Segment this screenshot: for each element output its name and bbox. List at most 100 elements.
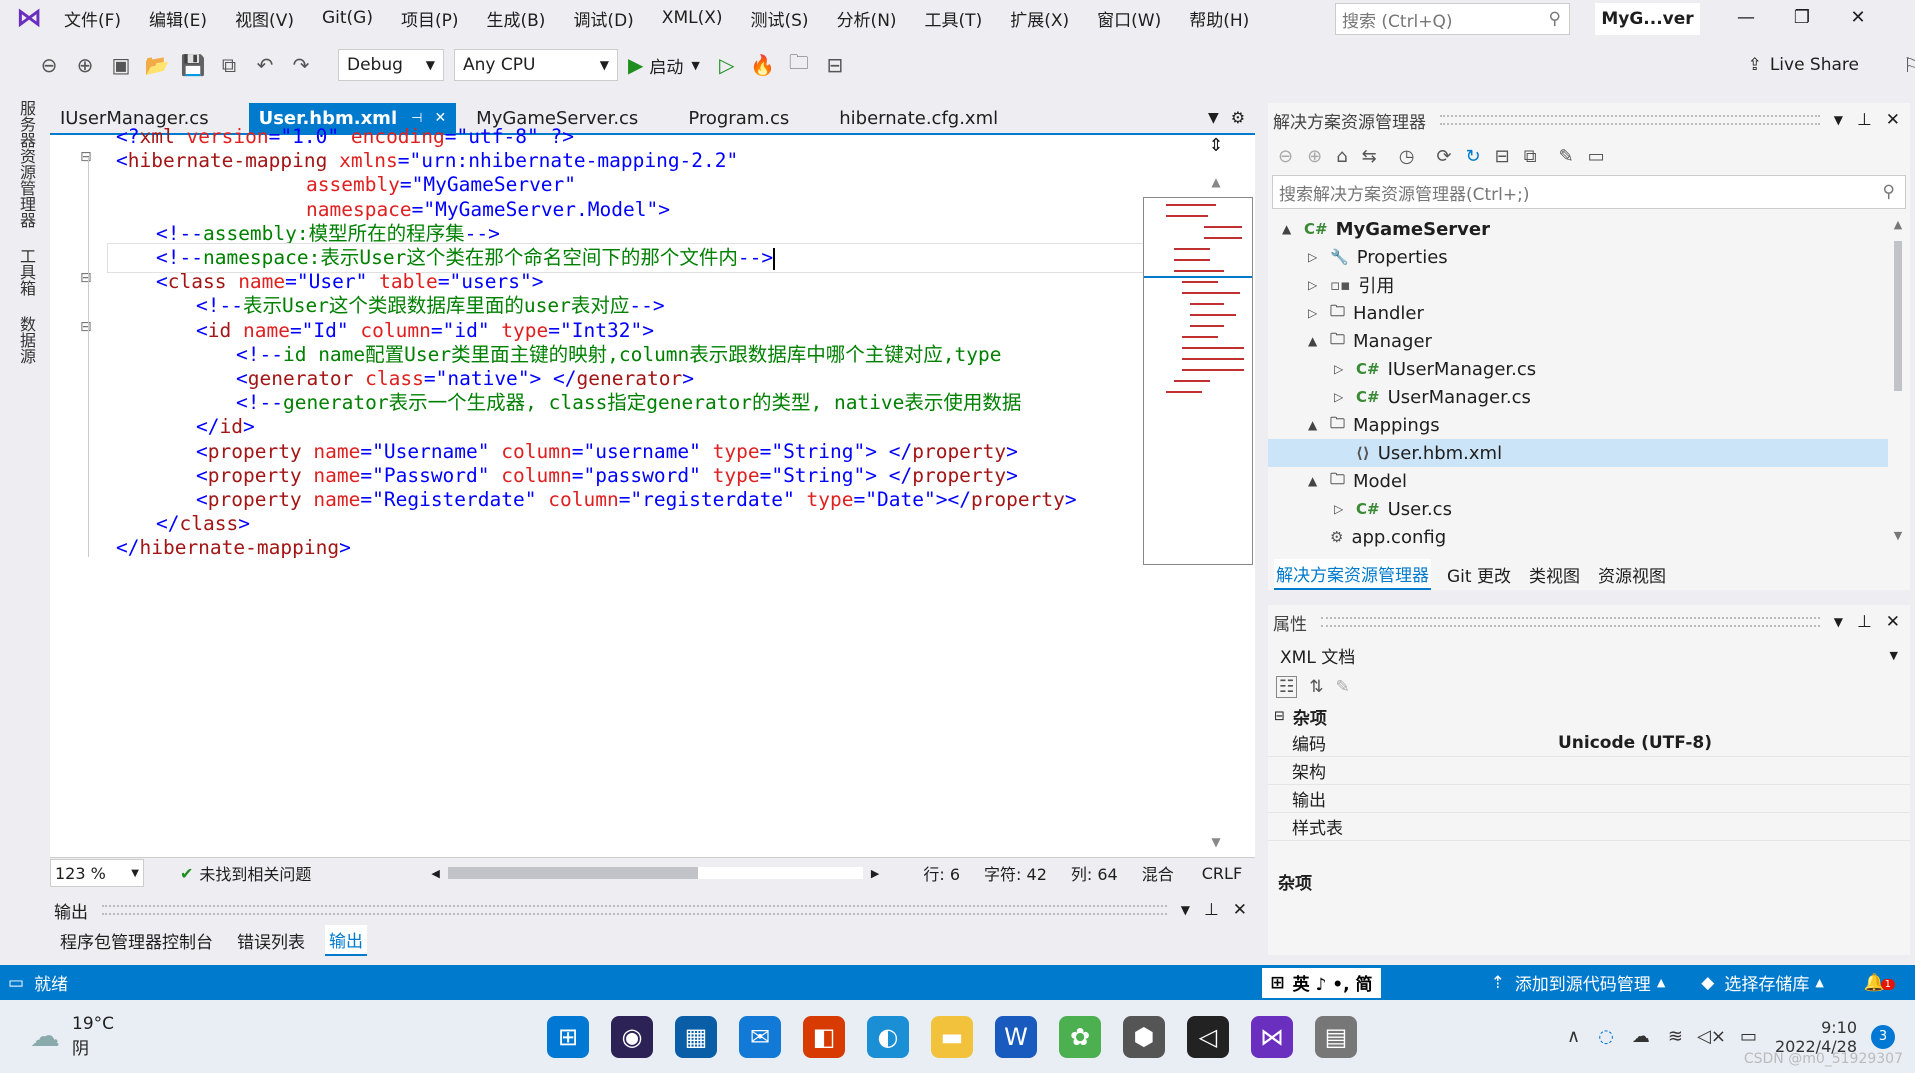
menu-item[interactable]: 工具(T) bbox=[925, 6, 983, 31]
weather-widget[interactable]: ☁ 19°C 阴 bbox=[30, 1014, 330, 1059]
char-indicator[interactable]: 字符: 42 bbox=[984, 861, 1047, 885]
platform-combo[interactable]: Any CPU ▼ bbox=[454, 49, 618, 81]
menu-item[interactable]: 分析(N) bbox=[837, 6, 897, 31]
mail-icon[interactable]: ✉ bbox=[739, 1015, 781, 1058]
code-line[interactable]: </hibernate-mapping> bbox=[116, 534, 351, 562]
archive-icon[interactable]: ▤ bbox=[1315, 1015, 1357, 1058]
expand-icon[interactable]: ▲ bbox=[1308, 418, 1330, 432]
solution-tab[interactable]: 解决方案资源管理器 bbox=[1274, 558, 1431, 590]
visual-studio-icon[interactable]: ⋈ bbox=[1251, 1015, 1293, 1058]
tree-item[interactable]: ▲ 🗀 Model bbox=[1268, 467, 1888, 495]
pin-icon[interactable]: ⊥ bbox=[1204, 900, 1219, 920]
properties-icon[interactable]: ✎ bbox=[1559, 146, 1574, 167]
properties-object-combo[interactable]: XML 文档 ▼ bbox=[1268, 639, 1910, 671]
wifi-icon[interactable]: ≋ bbox=[1668, 1026, 1683, 1047]
close-button[interactable]: ✕ bbox=[1830, 0, 1886, 34]
unity-icon[interactable]: ⬢ bbox=[1123, 1015, 1165, 1058]
expand-icon[interactable]: ▷ bbox=[1308, 250, 1330, 264]
fold-toggle-icon[interactable]: ⊟ bbox=[80, 319, 92, 335]
menu-item[interactable]: 帮助(H) bbox=[1189, 6, 1249, 31]
scroll-down-icon[interactable]: ▼ bbox=[1186, 835, 1246, 849]
hscroll-right-icon[interactable]: ▶ bbox=[871, 867, 879, 880]
expand-icon[interactable]: ▲ bbox=[1308, 334, 1330, 348]
tree-item[interactable]: ▲ C# MyGameServer bbox=[1268, 215, 1888, 243]
code-line[interactable]: <property name="Registerdate" column="re… bbox=[116, 486, 1077, 514]
menu-item[interactable]: 窗口(W) bbox=[1097, 6, 1161, 31]
layout-icon[interactable]: ⊟ bbox=[822, 52, 848, 78]
expand-icon[interactable]: ▷ bbox=[1334, 390, 1356, 404]
start-without-debug-icon[interactable]: ▷ bbox=[714, 52, 740, 78]
office-icon[interactable]: ◧ bbox=[803, 1015, 845, 1058]
back-icon[interactable]: ⊖ bbox=[1278, 146, 1293, 167]
minimap-viewport[interactable] bbox=[1144, 276, 1252, 278]
refresh-icon[interactable]: ↻ bbox=[1466, 146, 1481, 167]
tab-mode[interactable]: 混合 bbox=[1142, 861, 1174, 885]
app-green-icon[interactable]: ✿ bbox=[1059, 1015, 1101, 1058]
start-button[interactable]: ▶ 启动 ▼ bbox=[628, 53, 700, 78]
chevron-up-icon[interactable]: ∧ bbox=[1567, 1026, 1580, 1047]
edge-icon[interactable]: ◐ bbox=[867, 1015, 909, 1058]
expand-icon[interactable]: ▲ bbox=[1282, 222, 1304, 236]
close-icon[interactable]: ✕ bbox=[1233, 900, 1247, 920]
tree-item[interactable]: ▷ 🗀 Handler bbox=[1268, 299, 1888, 327]
bell-icon[interactable]: 🔔 1 bbox=[1864, 973, 1895, 993]
scroll-up-icon[interactable]: ▲ bbox=[1186, 175, 1246, 189]
menu-item[interactable]: 扩展(X) bbox=[1010, 6, 1069, 31]
undo-icon[interactable]: ↶ bbox=[252, 52, 278, 78]
property-row[interactable]: 架构 bbox=[1268, 757, 1910, 785]
output-tab[interactable]: 程序包管理器控制台 bbox=[56, 926, 217, 955]
feedback-icon[interactable]: ⚐ bbox=[1899, 52, 1915, 78]
defender-icon[interactable]: ◌ bbox=[1598, 1026, 1614, 1047]
live-share-button[interactable]: ⇪ Live Share bbox=[1748, 55, 1859, 75]
chevron-down-icon[interactable]: ▼ bbox=[1181, 903, 1190, 917]
new-project-icon[interactable]: ▣ bbox=[108, 52, 134, 78]
word-icon[interactable]: W bbox=[995, 1015, 1037, 1058]
tree-item[interactable]: ▷ C# UserManager.cs bbox=[1268, 383, 1888, 411]
property-row[interactable]: 编码 Unicode (UTF-8) bbox=[1268, 729, 1910, 757]
menu-item[interactable]: 测试(S) bbox=[751, 6, 809, 31]
open-icon[interactable]: 📂 bbox=[144, 52, 170, 78]
forward-icon[interactable]: ⊕ bbox=[1307, 146, 1322, 167]
save-all-icon[interactable]: ⧉ bbox=[216, 52, 242, 78]
solution-tab[interactable]: 类视图 bbox=[1527, 560, 1582, 589]
tab-program-cs[interactable]: Program.cs bbox=[678, 103, 799, 133]
menu-item[interactable]: 编辑(E) bbox=[149, 6, 207, 31]
back-icon[interactable]: ⊖ bbox=[36, 52, 62, 78]
pin-icon[interactable]: ⊥ bbox=[1857, 612, 1872, 632]
tree-item[interactable]: ▷ C# User.cs bbox=[1268, 495, 1888, 523]
property-pages-icon[interactable]: ✎ bbox=[1336, 677, 1350, 697]
close-icon[interactable]: ✕ bbox=[1886, 612, 1900, 632]
restore-button[interactable]: ❐ bbox=[1774, 0, 1830, 34]
eclipse-icon[interactable]: ◉ bbox=[611, 1015, 653, 1058]
explorer-icon[interactable]: ▬ bbox=[931, 1015, 973, 1058]
tab-list-icon[interactable]: ▼ bbox=[1208, 110, 1219, 126]
expand-icon[interactable]: ▷ bbox=[1334, 502, 1356, 516]
expand-icon[interactable]: ▷ bbox=[1334, 362, 1356, 376]
horizontal-scrollbar[interactable] bbox=[447, 867, 863, 879]
fold-toggle-icon[interactable]: ⊟ bbox=[80, 270, 92, 286]
output-tab[interactable]: 错误列表 bbox=[233, 926, 309, 955]
save-icon[interactable]: 💾 bbox=[180, 52, 206, 78]
hscroll-left-icon[interactable]: ◀ bbox=[431, 867, 439, 880]
start-icon[interactable]: ⊞ bbox=[547, 1015, 589, 1058]
forward-icon[interactable]: ⊕ bbox=[72, 52, 98, 78]
menu-item[interactable]: 项目(P) bbox=[401, 6, 459, 31]
menu-item[interactable]: 文件(F) bbox=[64, 6, 121, 31]
pending-changes-icon[interactable]: ◷ bbox=[1399, 146, 1415, 167]
left-rail-tab[interactable]: 数据源 bbox=[14, 316, 38, 364]
tree-item[interactable]: ▷ C# IUserManager.cs bbox=[1268, 355, 1888, 383]
tree-item[interactable]: ▲ 🗀 Manager bbox=[1268, 327, 1888, 355]
config-combo[interactable]: Debug ▼ bbox=[338, 49, 444, 81]
expand-icon[interactable]: ▷ bbox=[1308, 278, 1330, 292]
redo-icon[interactable]: ↷ bbox=[288, 52, 314, 78]
tree-item[interactable]: ⚙ app.config bbox=[1268, 523, 1888, 551]
menu-item[interactable]: 视图(V) bbox=[235, 6, 294, 31]
sync-icon[interactable]: ⟳ bbox=[1436, 146, 1451, 167]
tree-item[interactable]: ⟨⟩ User.hbm.xml bbox=[1268, 439, 1888, 467]
col-indicator[interactable]: 列: 64 bbox=[1071, 861, 1118, 885]
left-rail-tab[interactable]: 服务器资源管理器 bbox=[14, 100, 38, 228]
scroll-down-icon[interactable]: ▼ bbox=[1890, 529, 1906, 542]
issues-status[interactable]: 未找到相关问题 bbox=[199, 861, 311, 885]
repo-button[interactable]: 选择存储库 bbox=[1724, 970, 1809, 995]
tree-scrollbar[interactable]: ▲ ▼ bbox=[1890, 218, 1906, 548]
